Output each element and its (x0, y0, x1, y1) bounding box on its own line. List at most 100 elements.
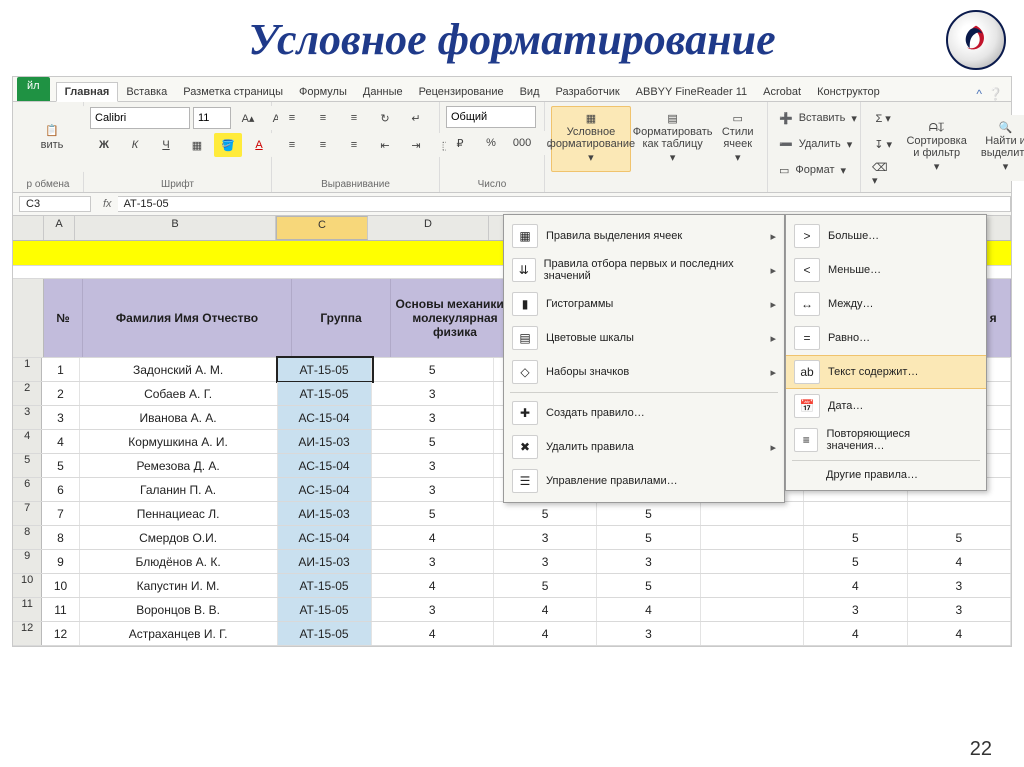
autosum-icon[interactable]: Σ ▾ (867, 106, 899, 130)
cell-mech[interactable]: 4 (372, 574, 494, 597)
cell-group[interactable]: АС-15-04 (278, 478, 372, 501)
comma-icon[interactable]: 000 (508, 131, 536, 155)
menu-item[interactable]: ✖Удалить правила▸ (504, 430, 784, 464)
file-tab[interactable]: йл (17, 77, 50, 101)
row-header[interactable]: 6 (13, 478, 42, 501)
row-header[interactable]: 3 (13, 406, 42, 429)
row-header[interactable]: 1 (13, 358, 42, 381)
cell-h[interactable] (804, 502, 907, 525)
cell-num[interactable]: 4 (42, 430, 79, 453)
fx-icon[interactable]: fx (103, 198, 112, 210)
menu-item[interactable]: ☰Управление правилами… (504, 464, 784, 498)
cell-f[interactable]: 4 (597, 598, 700, 621)
percent-icon[interactable]: % (477, 131, 505, 155)
submenu-item[interactable]: ≡Повторяющиеся значения… (786, 423, 986, 457)
cell-e[interactable]: 4 (494, 622, 597, 645)
cell-fio[interactable]: Смердов О.И. (80, 526, 278, 549)
cell-mech[interactable]: 5 (372, 502, 494, 525)
insert-button[interactable]: ➕Вставить▾ (774, 106, 854, 130)
cell-f[interactable]: 3 (597, 622, 700, 645)
cell-group[interactable]: АТ-15-05 (278, 382, 372, 405)
cell-f[interactable]: 5 (597, 502, 700, 525)
tab-data[interactable]: Данные (355, 83, 411, 101)
cell-g[interactable] (701, 598, 804, 621)
cell-group[interactable]: АС-15-04 (278, 526, 372, 549)
cell-group[interactable]: АТ-15-05 (278, 574, 372, 597)
borders-button[interactable]: ▦ (183, 133, 211, 157)
tab-insert[interactable]: Вставка (118, 83, 175, 101)
cell-num[interactable]: 6 (42, 478, 79, 501)
menu-item[interactable]: ▤Цветовые шкалы▸ (504, 321, 784, 355)
row-header[interactable]: 5 (13, 454, 42, 477)
number-format-select[interactable] (446, 106, 536, 128)
currency-icon[interactable]: ₽ (446, 131, 474, 155)
cell-group[interactable]: АТ-15-05 (278, 598, 372, 621)
cell-fio[interactable]: Пеннациеас Л. (80, 502, 278, 525)
sort-filter-button[interactable]: ᗩ↧ Сортировка и фильтр▾ (903, 115, 970, 181)
cell-g[interactable] (701, 526, 804, 549)
clear-icon[interactable]: ⌫ ▾ (867, 158, 899, 190)
row-header[interactable]: 8 (13, 526, 42, 549)
cell-fio[interactable]: Задонский А. М. (80, 358, 278, 381)
font-name-select[interactable] (90, 107, 190, 129)
conditional-formatting-button[interactable]: ▦ Условное форматирование▾ (551, 106, 631, 172)
cell-f[interactable]: 5 (597, 574, 700, 597)
cell-num[interactable]: 8 (42, 526, 79, 549)
align-right-icon[interactable]: ≡ (340, 133, 368, 157)
tab-page-layout[interactable]: Разметка страницы (175, 83, 291, 101)
col-C[interactable]: C (276, 216, 368, 240)
cell-num[interactable]: 5 (42, 454, 79, 477)
tab-home[interactable]: Главная (56, 82, 119, 102)
cell-num[interactable]: 10 (42, 574, 79, 597)
cell-num[interactable]: 3 (42, 406, 79, 429)
cell-i[interactable]: 5 (908, 526, 1011, 549)
menu-item[interactable]: ⇊Правила отбора первых и последних значе… (504, 253, 784, 287)
cell-e[interactable]: 4 (494, 598, 597, 621)
wrap-text-button[interactable]: ↵ (402, 106, 430, 130)
cell-styles-button[interactable]: ▭ Стили ячеек▾ (714, 106, 761, 172)
tab-acrobat[interactable]: Acrobat (755, 83, 809, 101)
menu-item[interactable]: ▦Правила выделения ячеек▸ (504, 219, 784, 253)
cell-mech[interactable]: 3 (372, 478, 494, 501)
cell-num[interactable]: 2 (42, 382, 79, 405)
cell-fio[interactable]: Кормушкина А. И. (80, 430, 278, 453)
row-header[interactable]: 4 (13, 430, 42, 453)
orientation-icon[interactable]: ↻ (371, 106, 399, 130)
cell-e[interactable]: 5 (494, 574, 597, 597)
cell-mech[interactable]: 3 (372, 454, 494, 477)
row-header[interactable]: 11 (13, 598, 42, 621)
col-A[interactable]: A (44, 216, 75, 240)
cell-i[interactable]: 4 (908, 550, 1011, 573)
submenu-item[interactable]: abТекст содержит… (786, 355, 986, 389)
cell-i[interactable]: 4 (908, 622, 1011, 645)
cell-num[interactable]: 7 (42, 502, 79, 525)
select-all-corner[interactable] (13, 216, 44, 240)
row-header-blank[interactable] (13, 279, 44, 357)
fill-icon[interactable]: ↧ ▾ (867, 132, 899, 156)
cell-mech[interactable]: 3 (372, 598, 494, 621)
cell-num[interactable]: 12 (42, 622, 79, 645)
submenu-item[interactable]: 📅Дата… (786, 389, 986, 423)
cell-fio[interactable]: Астраханцев И. Г. (80, 622, 278, 645)
cell-num[interactable]: 1 (42, 358, 79, 381)
menu-item[interactable]: ✚Создать правило… (504, 396, 784, 430)
row-header[interactable]: 12 (13, 622, 42, 645)
tab-designer[interactable]: Конструктор (809, 83, 888, 101)
row-header[interactable]: 2 (13, 382, 42, 405)
submenu-item[interactable]: <Меньше… (786, 253, 986, 287)
cell-mech[interactable]: 3 (372, 382, 494, 405)
menu-item[interactable]: ▮Гистограммы▸ (504, 287, 784, 321)
cell-i[interactable]: 3 (908, 598, 1011, 621)
cell-h[interactable]: 4 (804, 574, 907, 597)
other-rules-item[interactable]: Другие правила… (786, 464, 986, 486)
find-select-button[interactable]: 🔍 Найти и выделить▾ (974, 115, 1024, 181)
cell-group[interactable]: АИ-15-03 (278, 502, 372, 525)
cell-group[interactable]: АИ-15-03 (278, 430, 372, 453)
tab-view[interactable]: Вид (512, 83, 548, 101)
indent-dec-icon[interactable]: ⇤ (371, 133, 399, 157)
align-top-icon[interactable]: ≡ (278, 106, 306, 130)
tab-finereader[interactable]: ABBYY FineReader 11 (628, 83, 756, 101)
align-bottom-icon[interactable]: ≡ (340, 106, 368, 130)
tab-developer[interactable]: Разработчик (548, 83, 628, 101)
cell-mech[interactable]: 4 (372, 622, 494, 645)
